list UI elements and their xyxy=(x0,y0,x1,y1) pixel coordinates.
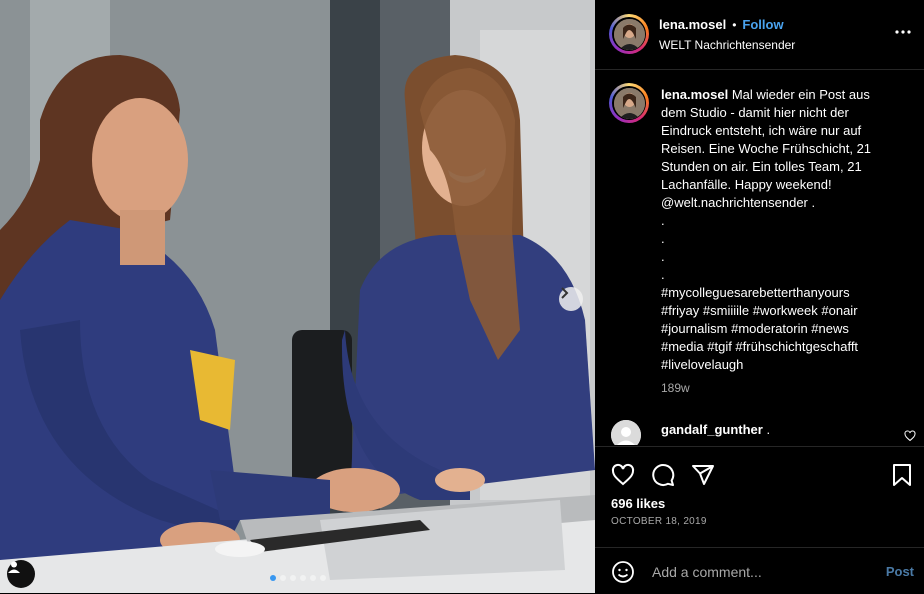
save-bookmark-icon[interactable] xyxy=(891,463,913,487)
comment-bar: Post xyxy=(595,547,924,594)
header-separator: • xyxy=(732,17,737,32)
post-header: lena.mosel • Follow WELT Nachrichtensend… xyxy=(595,0,924,70)
caption-timestamp[interactable]: 189w xyxy=(661,381,690,395)
comment-input[interactable] xyxy=(650,560,874,584)
user-icon xyxy=(8,561,20,573)
share-paper-plane-icon[interactable] xyxy=(691,463,715,487)
carousel-dot xyxy=(270,575,276,581)
more-options-icon[interactable] xyxy=(894,29,912,35)
avatar-photo xyxy=(613,18,645,50)
caption-area: lena.mosel Mal wieder ein Post aus dem S… xyxy=(595,70,924,445)
caption-body: Mal wieder ein Post aus dem Studio - dam… xyxy=(661,87,872,372)
commenter-username[interactable]: gandalf_gunther xyxy=(661,422,763,437)
tagged-users-button[interactable] xyxy=(7,560,35,588)
post-comment-button[interactable]: Post xyxy=(886,564,914,579)
like-heart-icon[interactable] xyxy=(611,463,635,487)
carousel-next-button[interactable] xyxy=(559,287,583,311)
post-location[interactable]: WELT Nachrichtensender xyxy=(659,38,795,52)
comment-item: gandalf_gunther . xyxy=(611,420,916,445)
post-photo[interactable] xyxy=(0,0,595,593)
author-username[interactable]: lena.mosel xyxy=(659,17,726,32)
post-side-panel: lena.mosel • Follow WELT Nachrichtensend… xyxy=(595,0,924,593)
carousel-dot xyxy=(280,575,286,581)
carousel-dot xyxy=(320,575,326,581)
carousel-dot xyxy=(290,575,296,581)
chevron-right-icon xyxy=(561,287,569,299)
comment-like-icon[interactable] xyxy=(904,430,916,442)
post-actions: 696 likes OCTOBER 18, 2019 xyxy=(595,446,924,547)
default-avatar-icon xyxy=(611,420,641,445)
caption-author-avatar[interactable] xyxy=(609,83,649,123)
post-date[interactable]: OCTOBER 18, 2019 xyxy=(611,516,707,527)
caption-username[interactable]: lena.mosel xyxy=(661,87,728,102)
follow-button[interactable]: Follow xyxy=(742,17,783,32)
emoji-icon[interactable] xyxy=(611,560,635,584)
studio-photo-illustration xyxy=(0,0,595,593)
carousel-dots xyxy=(270,575,326,581)
likes-count[interactable]: 696 likes xyxy=(611,496,665,511)
carousel-dot xyxy=(310,575,316,581)
commenter-avatar[interactable] xyxy=(611,420,641,445)
comment-text: . xyxy=(762,422,771,437)
avatar-photo xyxy=(613,87,645,119)
caption-text: lena.mosel Mal wieder ein Post aus dem S… xyxy=(661,86,891,374)
carousel-dot xyxy=(300,575,306,581)
comment-bubble-icon[interactable] xyxy=(651,463,675,487)
author-avatar[interactable] xyxy=(609,14,649,54)
